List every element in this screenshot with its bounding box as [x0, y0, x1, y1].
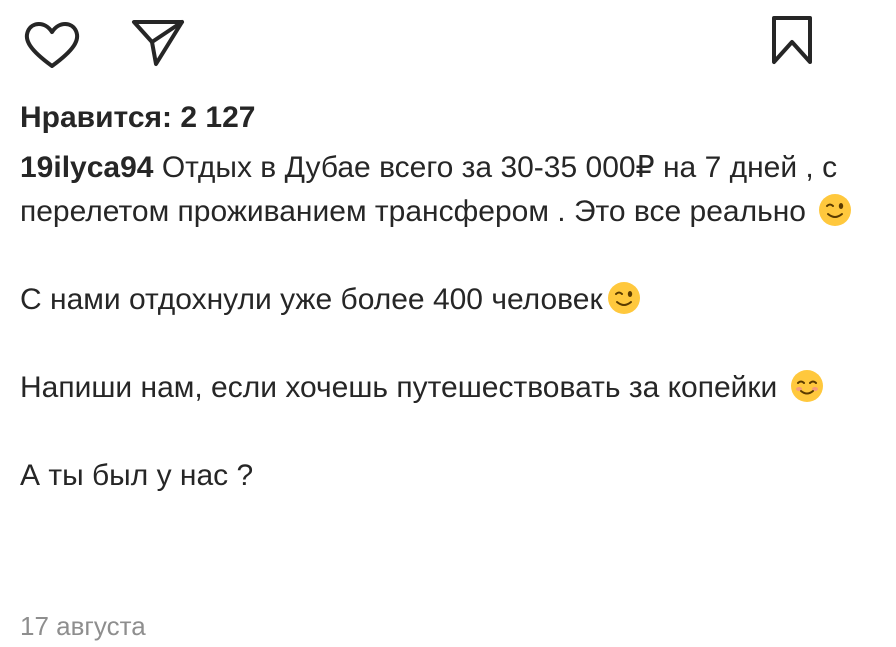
paper-plane-icon[interactable] — [130, 16, 186, 68]
caption-paragraph: Напиши нам, если хочешь путешествовать з… — [20, 366, 870, 410]
bookmark-icon[interactable] — [768, 12, 816, 68]
post-date: 17 августа — [20, 611, 146, 641]
heart-icon[interactable] — [22, 16, 82, 72]
caption-paragraph: А ты был у нас ? — [20, 454, 870, 498]
caption-paragraph: С нами отдохнули уже более 400 человек — [20, 278, 870, 322]
smiling-face-emoji-icon — [790, 369, 824, 403]
post-caption: 19ilyca94 Отдых в Дубае всего за 30-35 0… — [20, 146, 870, 498]
winking-face-emoji-icon — [818, 193, 852, 227]
likes-count[interactable]: Нравится: 2 127 — [20, 98, 255, 138]
post-action-bar — [0, 0, 896, 80]
caption-text: С нами отдохнули уже более 400 человек — [20, 283, 603, 316]
caption-text: А ты был у нас ? — [20, 459, 254, 492]
winking-face-emoji-icon — [607, 281, 641, 315]
caption-text: Напиши нам, если хочешь путешествовать з… — [20, 371, 778, 404]
caption-paragraph: 19ilyca94 Отдых в Дубае всего за 30-35 0… — [20, 146, 870, 234]
post-username[interactable]: 19ilyca94 — [20, 151, 153, 184]
